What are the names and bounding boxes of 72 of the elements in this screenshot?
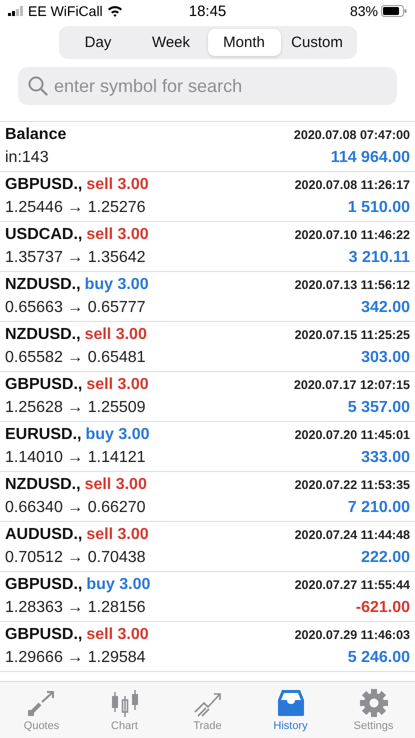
row-amount: 1 510.00 <box>348 198 410 218</box>
row-amount: 5 246.00 <box>348 648 410 668</box>
deal-volume: buy 3.00 <box>86 575 150 595</box>
deal-symbol: NZDUSD., <box>5 475 81 495</box>
deal-symbol: NZDUSD., <box>5 275 81 295</box>
deal-prices: 0.70512 → 0.70438 <box>5 548 146 568</box>
signal-icon <box>8 6 24 16</box>
deal-prices: 1.29666 → 1.29584 <box>5 648 146 668</box>
row-amount: 5 357.00 <box>348 398 410 418</box>
deal-symbol: AUDUSD., <box>5 525 82 545</box>
battery-percent: 83% <box>350 3 378 19</box>
row-time: 2020.07.08 07:47:00 <box>294 127 410 144</box>
deal-prices: 1.28363 → 1.28156 <box>5 598 146 618</box>
carrier-name: EE WiFiCall <box>28 3 103 19</box>
row-amount: 114 964.00 <box>330 148 410 168</box>
deal-volume: sell 3.00 <box>86 625 149 645</box>
deal-prices: 1.35737 → 1.35642 <box>5 248 146 268</box>
row-time: 2020.07.13 11:56:12 <box>294 277 410 294</box>
deal-symbol: GBPUSD., <box>5 575 82 595</box>
deal-prices: 1.25628 → 1.25509 <box>5 398 146 418</box>
wifi-icon <box>106 5 123 17</box>
search-field[interactable]: enter symbol for search <box>18 67 397 105</box>
tab-item[interactable]: Trade <box>166 682 249 738</box>
tab-item[interactable]: Chart <box>83 682 166 738</box>
row-time: 2020.07.20 11:45:01 <box>294 427 410 444</box>
deal-symbol: GBPUSD., <box>5 625 82 645</box>
row-amount: -621.00 <box>356 598 410 618</box>
tab-item[interactable]: Quotes <box>0 682 83 738</box>
row-amount: 3 210.11 <box>348 248 410 268</box>
deal-volume: buy 3.00 <box>85 425 150 445</box>
tab-item[interactable]: History <box>249 682 332 738</box>
deal-prices: 0.65663 → 0.65777 <box>5 298 146 318</box>
row-detail: in:143 <box>5 148 49 168</box>
deal-volume: sell 3.00 <box>86 175 149 195</box>
row-title: Balance <box>5 125 66 145</box>
clock-time: 18:45 <box>188 2 226 20</box>
row-time: 2020.07.24 11:44:48 <box>294 527 410 544</box>
tab-item[interactable]: Settings <box>332 682 415 738</box>
row-amount: 303.00 <box>361 348 410 368</box>
row-time: 2020.07.27 11:55:44 <box>294 577 410 594</box>
row-amount: 333.00 <box>361 448 410 468</box>
search-icon <box>28 76 48 96</box>
period-tab[interactable]: Custom <box>280 29 354 56</box>
period-tab[interactable]: Day <box>62 29 134 56</box>
period-tab[interactable]: Month <box>208 29 280 56</box>
deal-volume: sell 3.00 <box>84 475 147 495</box>
row-time: 2020.07.08 11:26:17 <box>294 177 410 194</box>
row-amount: 222.00 <box>361 548 410 568</box>
row-time: 2020.07.22 11:53:35 <box>294 477 410 494</box>
row-amount: 7 210.00 <box>348 498 410 518</box>
row-time: 2020.07.10 11:46:22 <box>294 227 410 244</box>
battery-icon <box>381 5 407 17</box>
deal-symbol: NZDUSD., <box>5 325 81 345</box>
deal-symbol: GBPUSD., <box>5 375 82 395</box>
deal-volume: buy 3.00 <box>84 275 149 295</box>
deal-symbol: USDCAD., <box>5 225 82 245</box>
deal-prices: 1.14010 → 1.14121 <box>5 448 146 468</box>
row-time: 2020.07.17 12:07:15 <box>294 377 410 394</box>
deal-volume: sell 3.00 <box>86 375 149 395</box>
row-amount: 342.00 <box>361 298 410 318</box>
period-tab[interactable]: Week <box>134 29 208 56</box>
row-time: 2020.07.29 11:46:03 <box>294 627 410 644</box>
deal-prices: 1.25446 → 1.25276 <box>5 198 146 218</box>
deal-volume: sell 3.00 <box>84 325 147 345</box>
deal-volume: sell 3.00 <box>86 525 149 545</box>
deal-prices: 0.66340 → 0.66270 <box>5 498 146 518</box>
deal-symbol: EURUSD., <box>5 425 82 445</box>
deal-volume: sell 3.00 <box>86 225 149 245</box>
row-time: 2020.07.15 11:25:25 <box>294 327 410 344</box>
deal-prices: 0.65582 → 0.65481 <box>5 348 146 368</box>
deal-symbol: GBPUSD., <box>5 175 82 195</box>
settings-icon <box>358 688 390 718</box>
